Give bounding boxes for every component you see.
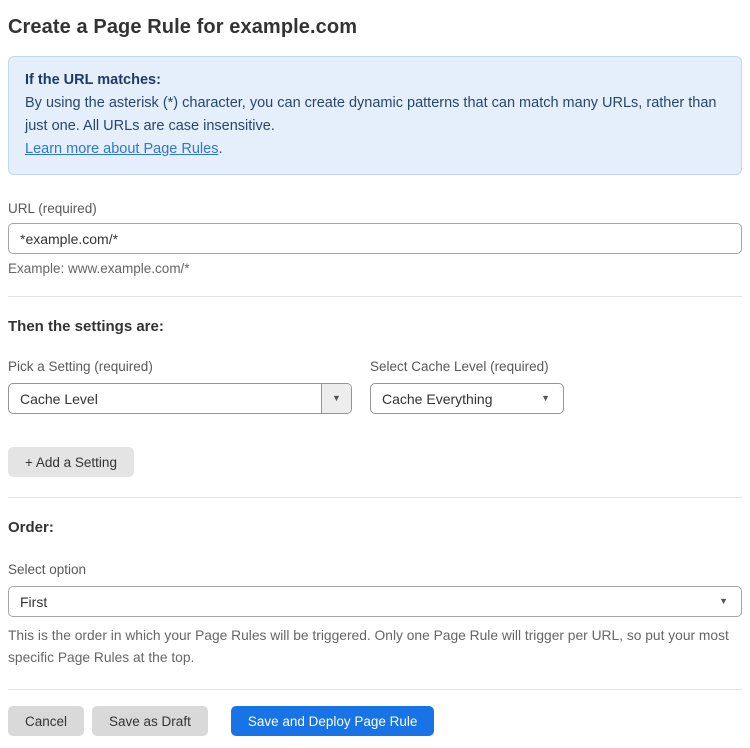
order-help-text: This is the order in which your Page Rul… xyxy=(8,628,729,665)
chevron-down-icon: ▼ xyxy=(332,393,341,403)
chevron-down-icon: ▼ xyxy=(719,596,728,606)
chevron-down-icon: ▼ xyxy=(541,393,550,403)
page-rule-form: Create a Page Rule for example.com If th… xyxy=(0,0,750,748)
cache-level-value: Cache Everything xyxy=(382,390,493,407)
save-as-draft-button[interactable]: Save as Draft xyxy=(92,706,208,736)
url-field-label: URL (required) xyxy=(8,201,97,216)
save-and-deploy-button[interactable]: Save and Deploy Page Rule xyxy=(230,706,435,736)
divider xyxy=(8,497,742,498)
url-input[interactable] xyxy=(8,223,742,254)
info-box-link-line: Learn more about Page Rules. xyxy=(25,138,725,161)
divider xyxy=(8,689,742,690)
url-example-text: Example: www.example.com/* xyxy=(8,261,190,276)
order-select-value: First xyxy=(20,593,48,610)
info-box-body: By using the asterisk (*) character, you… xyxy=(25,95,717,134)
order-select-label: Select option xyxy=(8,562,87,577)
setting-picker-label: Pick a Setting (required) xyxy=(8,359,153,374)
cancel-button[interactable]: Cancel xyxy=(8,706,85,736)
order-select[interactable]: First ▼ xyxy=(8,586,742,617)
divider xyxy=(8,296,742,297)
settings-row: Pick a Setting (required) Cache Level ▼ … xyxy=(8,359,742,414)
setting-picker-arrow-cell[interactable]: ▼ xyxy=(321,384,351,413)
cache-level-dropdown[interactable]: Cache Everything ▼ xyxy=(370,383,564,414)
form-actions: Cancel Save as Draft Save and Deploy Pag… xyxy=(8,706,742,736)
setting-picker-dropdown[interactable]: Cache Level ▼ xyxy=(8,383,352,414)
cache-level-column: Select Cache Level (required) Cache Ever… xyxy=(370,359,564,414)
info-box-heading: If the URL matches: xyxy=(25,72,161,88)
learn-more-link[interactable]: Learn more about Page Rules xyxy=(25,141,218,157)
settings-section-heading: Then the settings are: xyxy=(8,318,164,335)
page-title: Create a Page Rule for example.com xyxy=(8,16,358,38)
link-suffix: . xyxy=(218,141,223,157)
cache-level-label: Select Cache Level (required) xyxy=(370,359,549,374)
order-section-heading: Order: xyxy=(8,519,54,536)
add-setting-button[interactable]: + Add a Setting xyxy=(8,447,134,477)
setting-picker-column: Pick a Setting (required) Cache Level ▼ xyxy=(8,359,352,414)
setting-picker-value: Cache Level xyxy=(20,390,98,407)
url-match-info-box: If the URL matches: By using the asteris… xyxy=(8,56,742,175)
